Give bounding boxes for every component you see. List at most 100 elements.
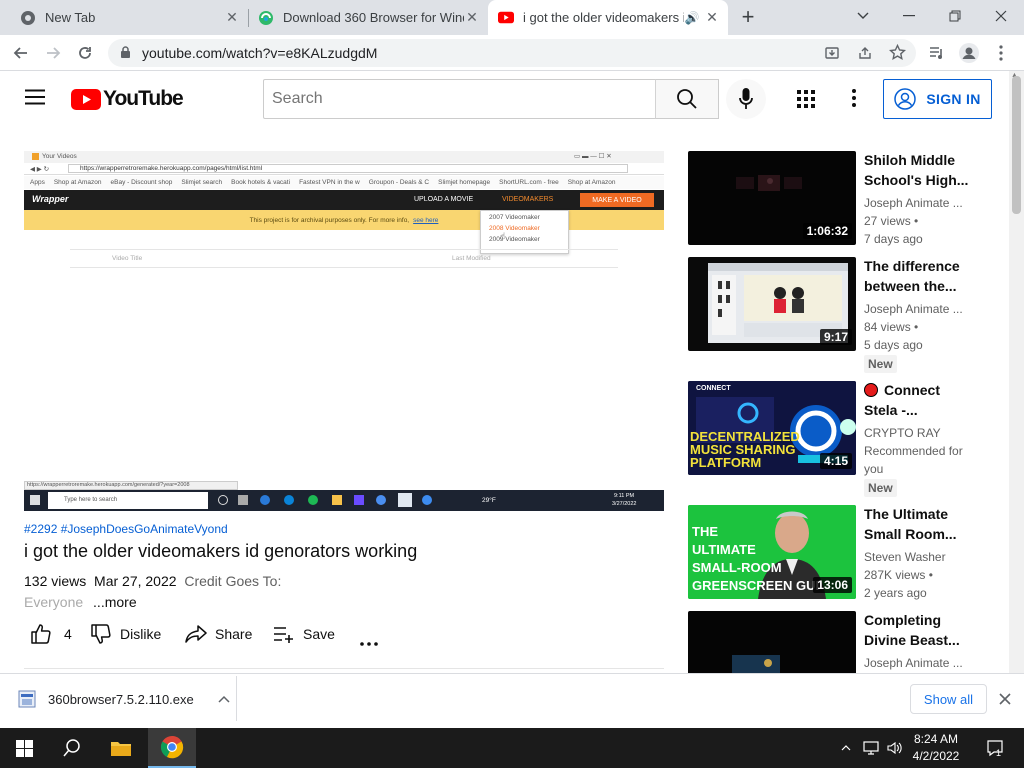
chrome-taskbar-button[interactable]: [148, 728, 196, 768]
channel-name[interactable]: CRYPTO RAY: [864, 426, 968, 440]
chevron-up-icon[interactable]: [218, 695, 230, 703]
reload-icon[interactable]: [72, 40, 98, 66]
forward-arrow-icon[interactable]: [40, 40, 66, 66]
video-hashtags[interactable]: #2292 #JosephDoesGoAnimateVyond: [24, 522, 228, 536]
channel-name[interactable]: Steven Washer: [864, 550, 968, 564]
profile-avatar-icon[interactable]: [956, 40, 982, 66]
channel-name[interactable]: Joseph Animate ...: [864, 196, 968, 210]
thumbnail-caption: PLATFORM: [690, 455, 762, 470]
like-button[interactable]: 4: [30, 622, 72, 646]
bookmark: Book hotels & vacati: [231, 179, 291, 186]
video-player[interactable]: Your Videos ▭ ▬ — ☐ ✕ ◀ ▶ ↻ https://wrap…: [24, 151, 664, 511]
video-title: i got the older videomakers id genorator…: [24, 541, 418, 561]
tray-overflow-icon[interactable]: [836, 728, 856, 768]
video-duration: 4:15: [819, 453, 852, 469]
close-icon[interactable]: ✕: [224, 9, 240, 26]
taskbar-search-button[interactable]: [48, 728, 96, 768]
voice-search-button[interactable]: [726, 79, 766, 119]
search-button[interactable]: [655, 79, 719, 119]
close-icon[interactable]: ✕: [704, 9, 720, 26]
hamburger-menu-icon[interactable]: [25, 89, 45, 110]
tab-download-360[interactable]: Download 360 Browser for Windows ✕: [248, 0, 488, 35]
chrome-icon: [20, 10, 36, 26]
close-download-shelf-icon[interactable]: [999, 692, 1011, 710]
bookmark-star-icon[interactable]: [888, 43, 907, 66]
channel-name[interactable]: Joseph Animate ...: [864, 302, 968, 316]
upload-date: Mar 27, 2022: [94, 573, 177, 589]
videomaker-dropdown: 2007 Videomaker 2008 Videomaker 2009 Vid…: [480, 210, 569, 254]
download-item[interactable]: 360browser7.5.2.110.exe: [18, 690, 230, 708]
clock-date: 4/2/2022: [912, 749, 960, 763]
description-row: Everyone ...more: [24, 594, 137, 610]
start-button[interactable]: [0, 728, 48, 768]
recommended-title[interactable]: Shiloh Middle School's High...: [864, 150, 974, 190]
tab-new-tab[interactable]: New Tab ✕: [0, 0, 248, 35]
view-count: 287K views •: [864, 568, 933, 582]
view-count: 132 views: [24, 573, 87, 589]
bookmark: Slimjet search: [181, 179, 223, 186]
inner-app-icon: [398, 493, 412, 507]
recommended-title[interactable]: The Ultimate Small Room...: [864, 504, 974, 544]
thumbnail[interactable]: 9:17: [688, 257, 856, 351]
apps-grid-icon[interactable]: [796, 89, 816, 114]
network-icon[interactable]: [860, 728, 882, 768]
address-bar[interactable]: youtube.com/watch?v=e8KALzudgdM: [108, 39, 916, 67]
speaker-icon[interactable]: 🔊: [684, 10, 700, 26]
new-tab-button[interactable]: +: [736, 5, 760, 29]
sign-in-label: SIGN IN: [926, 91, 981, 107]
inner-url: https://wrapperretroremake.herokuapp.com…: [80, 165, 263, 172]
kebab-menu-icon[interactable]: [988, 40, 1014, 66]
restore-button[interactable]: [932, 0, 978, 32]
thumbnail[interactable]: THE ULTIMATE SMALL-ROOM GREENSCREEN GUI …: [688, 505, 856, 599]
dislike-button[interactable]: Dislike: [90, 622, 161, 646]
share-button[interactable]: Share: [185, 622, 252, 646]
channel-name[interactable]: Joseph Animate ...: [864, 656, 968, 670]
inner-app-icon: [332, 495, 342, 505]
video-meta: 132 views Mar 27, 2022 Credit Goes To:: [24, 573, 281, 589]
system-clock[interactable]: 8:24 AM 4/2/2022: [900, 731, 972, 765]
show-all-downloads-button[interactable]: Show all: [910, 684, 987, 714]
sign-in-button[interactable]: SIGN IN: [883, 79, 992, 119]
column-video-title: Video Title: [112, 255, 143, 262]
thumbs-up-icon: [31, 624, 51, 644]
minimize-button[interactable]: [886, 0, 932, 32]
search-box[interactable]: [263, 79, 656, 119]
more-actions-icon[interactable]: [360, 633, 378, 651]
thumbnail[interactable]: [688, 611, 856, 673]
site-nav-make-video: MAKE A VIDEO: [580, 193, 654, 207]
recommended-title[interactable]: Completing Divine Beast...: [864, 610, 974, 650]
media-control-icon[interactable]: [924, 40, 950, 66]
thumbnail-image: [732, 655, 780, 673]
chevron-down-icon[interactable]: [840, 0, 886, 32]
install-app-icon[interactable]: [824, 45, 840, 66]
back-arrow-icon[interactable]: [8, 40, 34, 66]
dropdown-item: 2008 Videomaker: [489, 225, 540, 232]
close-icon[interactable]: ✕: [464, 9, 480, 26]
upload-age: 7 days ago: [864, 232, 923, 246]
youtube-icon: [498, 10, 514, 26]
thumbnail[interactable]: CONNECT DECENTRALIZED MUSIC SHARING PLAT…: [688, 381, 856, 475]
recommended-title[interactable]: The difference between the...: [864, 256, 974, 296]
microphone-icon: [739, 88, 753, 109]
file-explorer-button[interactable]: [97, 728, 145, 768]
youtube-logo[interactable]: YouTube: [71, 87, 184, 111]
scrollbar-thumb[interactable]: [1012, 76, 1021, 214]
recommendation-reason: you: [864, 462, 884, 476]
bookmark: Slimjet homepage: [438, 179, 491, 186]
banner-text: This project is for archival purposes on…: [249, 216, 410, 224]
bookmark: Shop at Amazon: [567, 179, 616, 186]
tab-youtube-video[interactable]: i got the older videomakers id genorator…: [488, 0, 728, 35]
dislike-label: Dislike: [120, 626, 162, 642]
close-window-button[interactable]: [978, 0, 1024, 32]
notification-center-button[interactable]: 1: [980, 728, 1010, 768]
search-input[interactable]: [264, 80, 655, 118]
new-badge: New: [864, 355, 897, 373]
show-more-button[interactable]: ...more: [93, 594, 137, 610]
recommended-title[interactable]: Connect Stela -...: [864, 380, 974, 420]
save-button[interactable]: Save: [273, 622, 335, 646]
tab-title: New Tab: [45, 10, 96, 25]
lock-icon: [120, 46, 131, 64]
settings-kebab-icon[interactable]: [852, 89, 856, 112]
thumbnail[interactable]: 1:06:32: [688, 151, 856, 245]
share-icon[interactable]: [857, 45, 873, 66]
